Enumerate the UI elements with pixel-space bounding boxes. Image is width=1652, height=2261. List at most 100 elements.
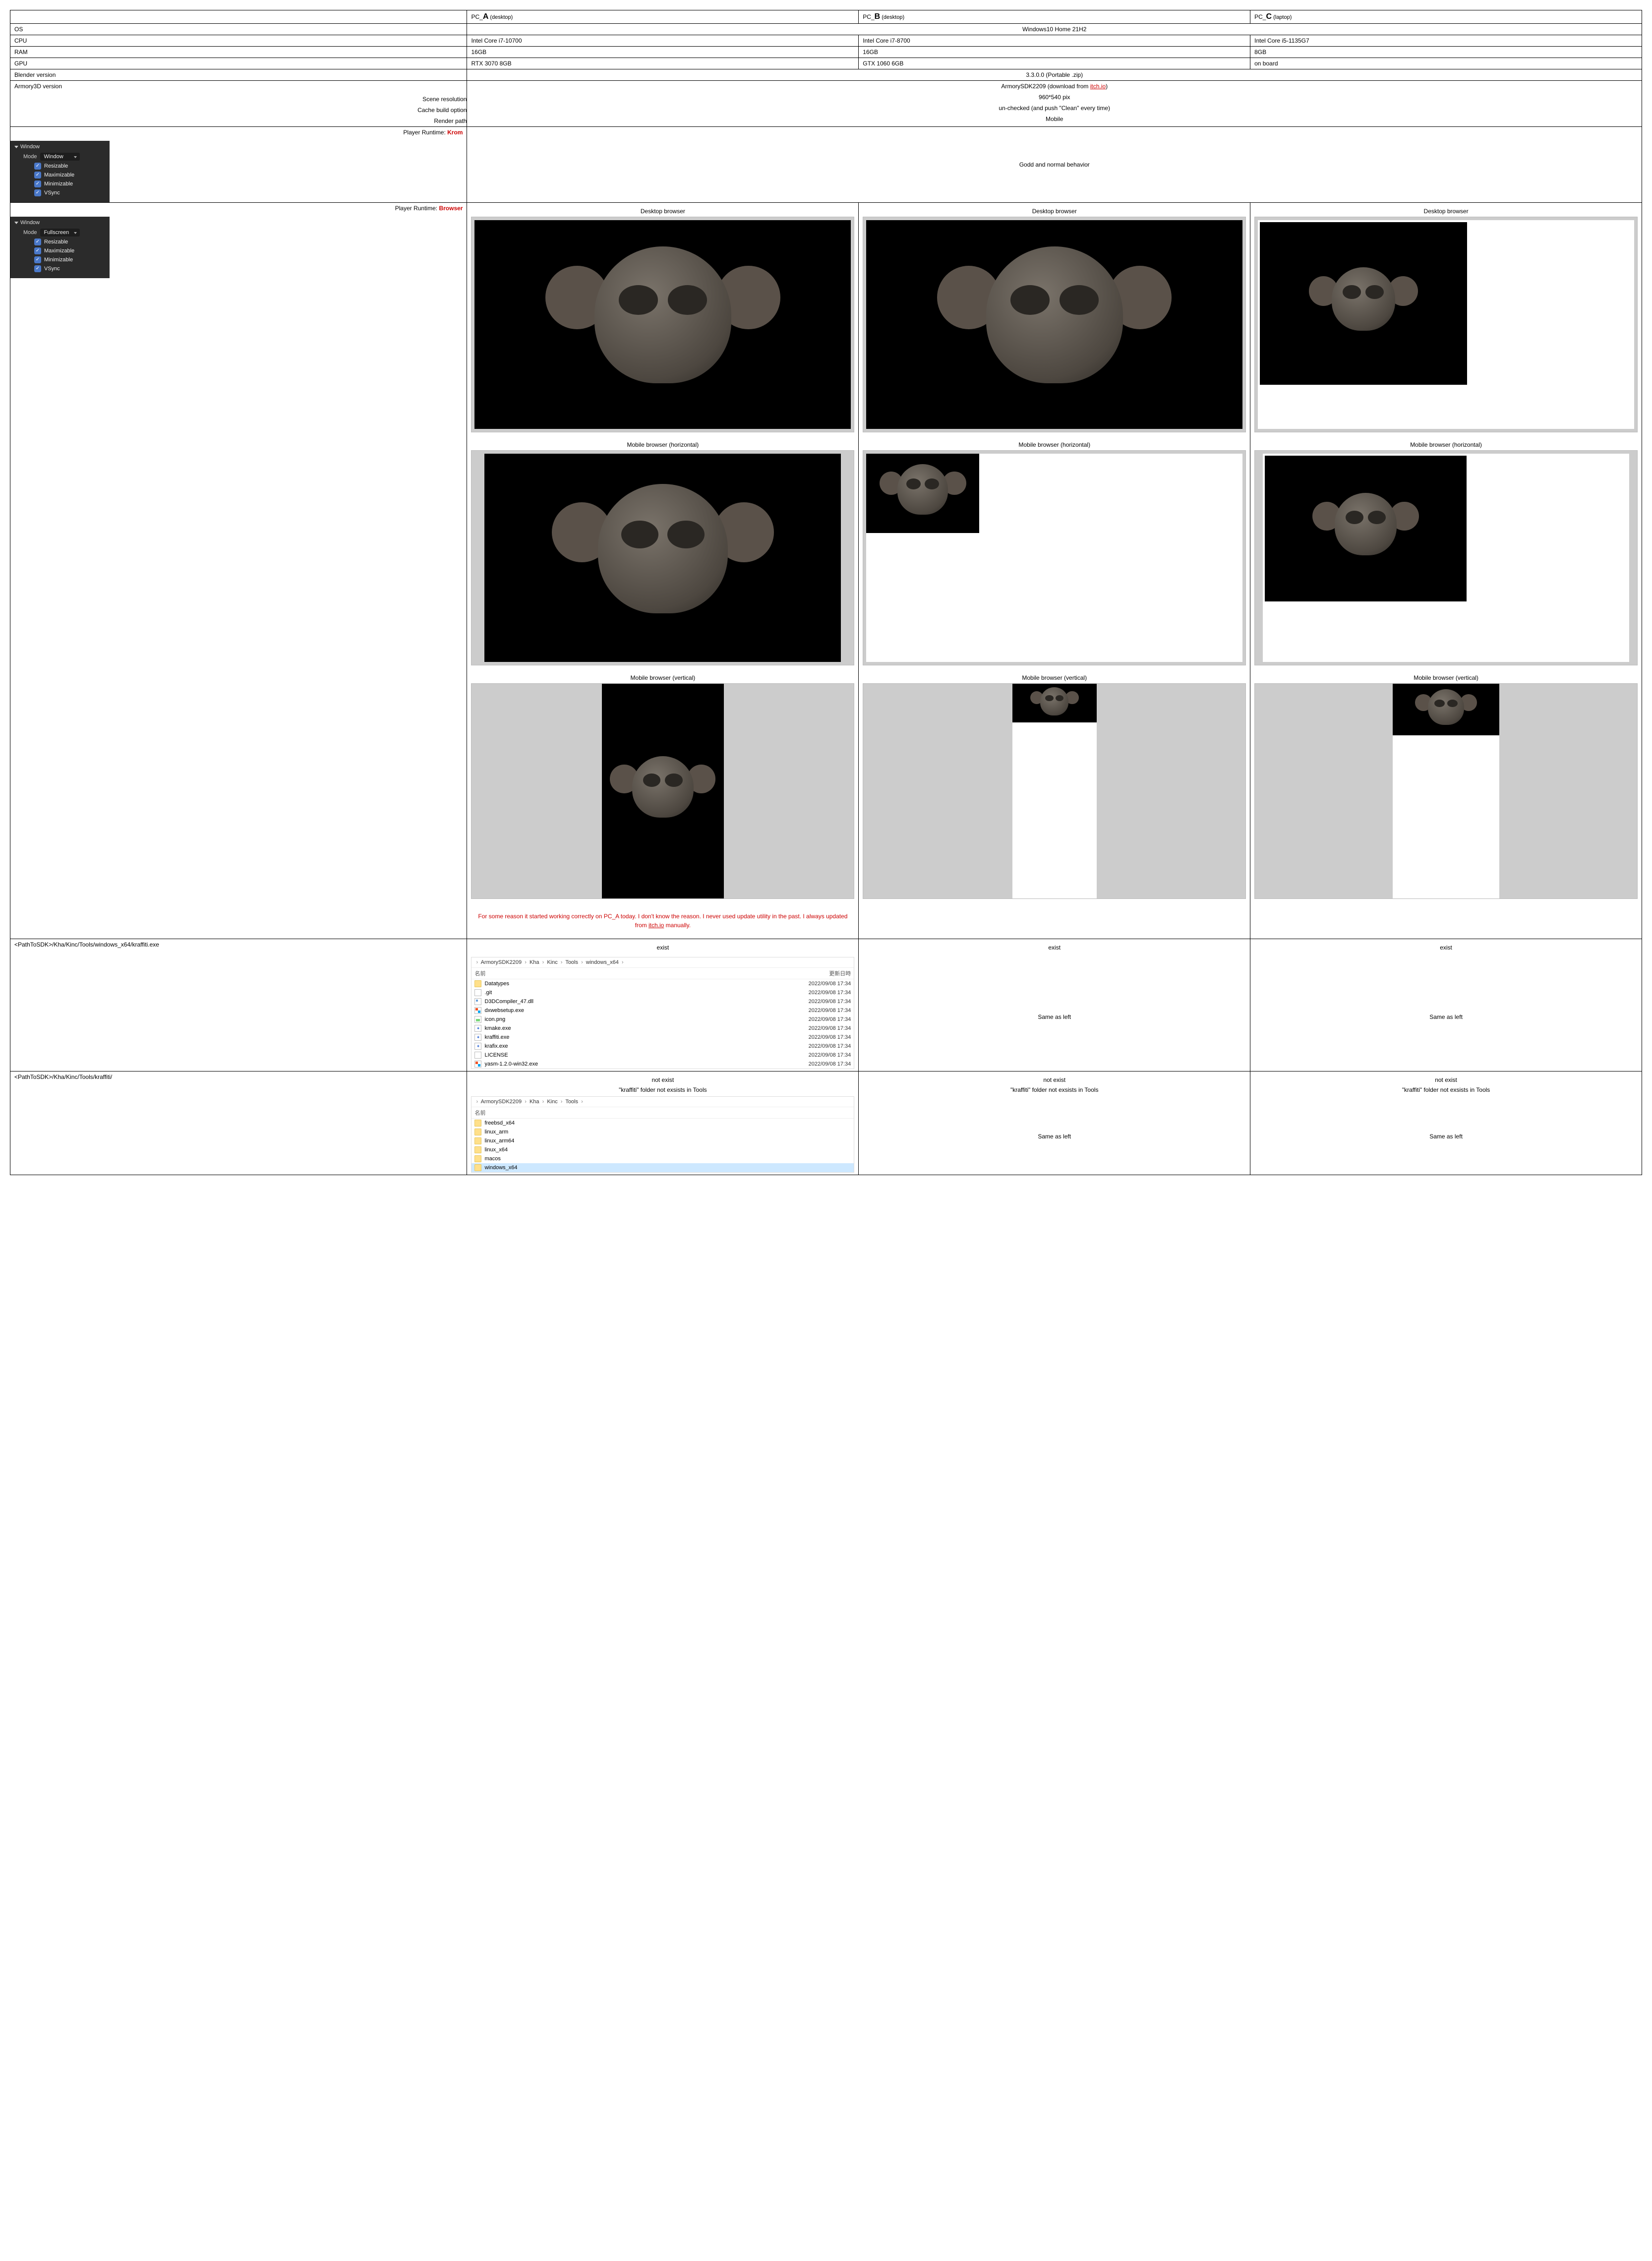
row-os-value: Windows10 Home 21H2 [467, 24, 1642, 35]
blender-window-panel-browser: Window Mode Fullscreen ✓Resizable ✓Maxim… [10, 217, 110, 278]
exist-text: exist [1254, 941, 1638, 954]
file-row[interactable]: .git 2022/09/08 17:34 [472, 988, 854, 997]
row-cpu-c: Intel Core i5-1135G7 [1250, 35, 1642, 47]
file-date: 2022/09/08 17:34 [809, 1052, 851, 1058]
folder-row[interactable]: windows_x64 [472, 1163, 854, 1172]
explorer-tools: › ArmorySDK2209 › Kha › Kinc › Tools › 名… [471, 1096, 854, 1173]
path-part[interactable]: Kha [530, 959, 539, 965]
kraffiti-exe-label: <PathToSDK>/Kha/Kinc/Tools/windows_x64/k… [10, 939, 467, 1071]
checkbox-maximizable[interactable]: ✓Maximizable [14, 171, 106, 179]
file-name: .git [484, 990, 492, 996]
not-exist-text: not exist [471, 1073, 854, 1086]
file-name: kmake.exe [484, 1025, 511, 1031]
chevron-down-icon[interactable] [14, 146, 18, 148]
checkbox-minimizable[interactable]: ✓Minimizable [14, 179, 106, 188]
explorer-path: › ArmorySDK2209 › Kha › Kinc › Tools › [472, 1097, 854, 1107]
browser-label: Player Runtime: Browser [10, 203, 467, 214]
folder-icon [474, 980, 481, 987]
path-part[interactable]: ArmorySDK2209 [481, 959, 522, 965]
checkbox-minimizable[interactable]: ✓Minimizable [14, 255, 106, 264]
file-row[interactable]: icon.png2022/09/08 17:34 [472, 1015, 854, 1024]
path-part[interactable]: windows_x64 [586, 959, 619, 965]
exist-text: exist [863, 941, 1246, 954]
row-cpu-label: CPU [10, 35, 467, 47]
check-icon: ✓ [34, 238, 41, 245]
folder-row[interactable]: macos [472, 1154, 854, 1163]
checkbox-maximizable[interactable]: ✓Maximizable [14, 246, 106, 255]
file-date: 2022/09/08 17:34 [809, 990, 851, 996]
path-part[interactable]: Kha [530, 1099, 539, 1105]
kraffiti-exe-c: exist Same as left [1250, 939, 1642, 1071]
folder-name: linux_x64 [484, 1147, 507, 1153]
path-part[interactable]: ArmorySDK2209 [481, 1099, 522, 1105]
header-pc-c: PC_C (laptop) [1250, 10, 1642, 24]
itch-link[interactable]: itch.io [649, 922, 664, 929]
header-pc-b: PC_B (desktop) [859, 10, 1250, 24]
explorer-path: › ArmorySDK2209 › Kha › Kinc › Tools › w… [472, 957, 854, 968]
path-part[interactable]: Kinc [547, 1099, 557, 1105]
file-date: 2022/09/08 17:34 [809, 981, 851, 987]
mode-select[interactable]: Fullscreen [40, 229, 80, 237]
file-date: 2022/09/08 17:34 [809, 999, 851, 1005]
file-date: 2022/09/08 17:34 [809, 1016, 851, 1022]
checkbox-vsync[interactable]: ✓VSync [14, 188, 106, 197]
cache-value: un-checked (and push "Clean" every time) [467, 103, 1642, 114]
row-blender-value: 3.3.0.0 (Portable .zip) [467, 69, 1642, 81]
folder-row[interactable]: linux_arm64 [472, 1136, 854, 1145]
file-row[interactable]: kraffiti.exe2022/09/08 17:34 [472, 1033, 854, 1042]
same-as-left: Same as left [863, 1133, 1246, 1140]
file-row[interactable]: krafix.exe2022/09/08 17:34 [472, 1042, 854, 1051]
file-row[interactable]: yasm-1.2.0-win32.exe2022/09/08 17:34 [472, 1060, 854, 1069]
folder-icon [474, 1120, 481, 1127]
armory-label: Armory3D version [10, 81, 467, 92]
folder-row[interactable]: linux_arm [472, 1128, 854, 1136]
krom-label-cell: Player Runtime: Krom Window Mode Window … [10, 127, 467, 203]
file-name: LICENSE [484, 1052, 508, 1058]
file-name: D3DCompiler_47.dll [484, 999, 533, 1005]
kraffiti-msg: "kraffiti" folder not exsists in Tools [863, 1086, 1246, 1093]
pc-a-note: For some reason it started working corre… [471, 908, 854, 934]
folder-name: linux_arm [484, 1129, 508, 1135]
kraffiti-dir-a: not exist "kraffiti" folder not exsists … [467, 1071, 859, 1175]
browser-pc-c: Desktop browser Mobile browser (horizont… [1250, 203, 1642, 939]
file-row[interactable]: Datatypes2022/09/08 17:34 [472, 979, 854, 988]
explorer-windows-x64: › ArmorySDK2209 › Kha › Kinc › Tools › w… [471, 957, 854, 1069]
path-part[interactable]: Kinc [547, 959, 557, 965]
itch-link[interactable]: itch.io [1090, 83, 1106, 90]
comparison-table: PC_A (desktop) PC_B (desktop) PC_C (lapt… [10, 10, 1642, 1175]
armory-label-col: Armory3D version Scene resolution Cache … [10, 81, 467, 127]
file-row[interactable]: dxwebsetup.exe2022/09/08 17:34 [472, 1006, 854, 1015]
row-ram-c: 8GB [1250, 47, 1642, 58]
kraffiti-dir-label: <PathToSDK>/Kha/Kinc/Tools/kraffiti/ [10, 1071, 467, 1175]
folder-icon [474, 1155, 481, 1162]
scene-res-label: Scene resolution [10, 94, 467, 105]
not-exist-text: not exist [863, 1073, 1246, 1086]
screenshot-desktop-b [863, 217, 1246, 432]
path-part[interactable]: Tools [565, 959, 578, 965]
screenshot-desktop-c [1254, 217, 1638, 432]
checkbox-vsync[interactable]: ✓VSync [14, 264, 106, 273]
checkbox-resizable[interactable]: ✓Resizable [14, 238, 106, 246]
mode-select[interactable]: Window [40, 153, 80, 161]
doc-icon [474, 1052, 481, 1059]
kraffiti-exe-b: exist Same as left [859, 939, 1250, 1071]
row-gpu-c: on board [1250, 58, 1642, 69]
chevron-down-icon[interactable] [14, 222, 18, 224]
file-row[interactable]: LICENSE 2022/09/08 17:34 [472, 1051, 854, 1060]
folder-row[interactable]: linux_x64 [472, 1145, 854, 1154]
header-pc-a: PC_A (desktop) [467, 10, 859, 24]
doc-icon [474, 989, 481, 996]
file-row[interactable]: kmake.exe 2022/09/08 17:34 [472, 1024, 854, 1033]
file-row[interactable]: D3DCompiler_47.dll 2022/09/08 17:34 [472, 997, 854, 1006]
img-icon [474, 1016, 481, 1023]
folder-name: freebsd_x64 [484, 1120, 515, 1126]
checkbox-resizable[interactable]: ✓Resizable [14, 162, 106, 171]
folder-icon [474, 1137, 481, 1144]
same-as-left: Same as left [1254, 1133, 1638, 1140]
row-cpu-a: Intel Core i7-10700 [467, 35, 859, 47]
path-part[interactable]: Tools [565, 1099, 578, 1105]
row-cpu-b: Intel Core i7-8700 [859, 35, 1250, 47]
same-as-left: Same as left [863, 1013, 1246, 1020]
file-date: 2022/09/08 17:34 [809, 1025, 851, 1031]
folder-row[interactable]: freebsd_x64 [472, 1119, 854, 1128]
